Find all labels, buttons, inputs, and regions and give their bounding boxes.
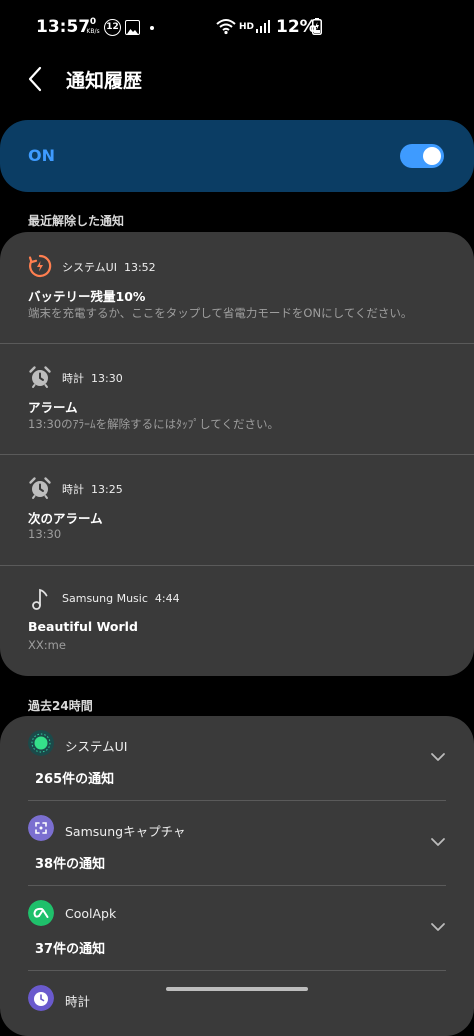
app-notification-group[interactable]: Samsungキャプチャ 38件の通知 — [0, 801, 474, 886]
system-ui-icon — [28, 730, 54, 756]
notification-body: XX:me — [28, 638, 66, 652]
notification-item[interactable]: Samsung Music 4:44 Beautiful World XX:me — [0, 565, 474, 676]
notification-item[interactable]: 時計 13:25 次のアラーム 13:30 — [0, 454, 474, 565]
app-notification-count: 265件の通知 — [35, 772, 115, 787]
notification-body: 13:30のｱﾗｰﾑを解除するにはﾀｯﾌﾟしてください。 — [28, 417, 279, 431]
notification-app-name: 時計 — [62, 372, 84, 385]
notification-count-icon: 12 — [104, 19, 121, 36]
app-notification-count: 37件の通知 — [35, 942, 106, 957]
section-label-past24: 過去24時間 — [28, 699, 93, 713]
status-time: 13:57 — [36, 17, 91, 37]
notification-app-name: Samsung Music — [62, 592, 148, 605]
notification-time: 4:44 — [154, 592, 180, 605]
app-notification-group[interactable]: 時計 — [0, 971, 474, 1036]
app-name: 時計 — [65, 994, 91, 1009]
notification-title: バッテリー残量10% — [28, 289, 146, 304]
notification-title: Beautiful World — [28, 619, 138, 634]
home-indicator[interactable] — [166, 987, 308, 991]
notification-item[interactable]: 時計 13:30 アラーム 13:30のｱﾗｰﾑを解除するにはﾀｯﾌﾟしてください… — [0, 343, 474, 454]
battery-saver-icon — [28, 254, 52, 278]
notification-item[interactable]: システムUI 13:52 バッテリー残量10% 端末を充電するか、ここをタップして… — [0, 232, 474, 343]
app-name: Samsungキャプチャ — [65, 824, 186, 839]
notification-body: 端末を充電するか、ここをタップして省電力モードをONにしてください。 — [28, 306, 413, 320]
notification-title: アラーム — [28, 400, 78, 415]
more-notifications-dot-icon — [150, 26, 154, 30]
notification-app-meta: システムUI 13:52 — [62, 259, 156, 275]
chevron-down-icon[interactable] — [430, 752, 446, 762]
master-toggle-switch[interactable] — [400, 144, 444, 168]
gallery-icon — [125, 20, 140, 35]
app-name: システムUI — [65, 739, 128, 754]
page-title: 通知履歴 — [66, 70, 143, 92]
notification-time: 13:30 — [91, 372, 123, 385]
notification-app-meta: Samsung Music 4:44 — [62, 592, 180, 605]
chevron-down-icon[interactable] — [430, 922, 446, 932]
app-notification-count: 38件の通知 — [35, 857, 106, 872]
app-notification-group[interactable]: CoolApk 37件の通知 — [0, 886, 474, 971]
chevron-down-icon[interactable] — [430, 837, 446, 847]
alarm-clock-icon — [29, 366, 51, 388]
alarm-clock-icon — [29, 477, 51, 499]
notification-app-meta: 時計 13:30 — [62, 370, 123, 386]
app-notification-group[interactable]: システムUI 265件の通知 — [0, 716, 474, 801]
notification-time: 13:52 — [123, 261, 156, 274]
notification-app-name: システムUI — [62, 261, 117, 274]
network-speed: 0 KB/s — [85, 18, 101, 36]
notification-title: 次のアラーム — [28, 511, 103, 526]
music-note-icon — [32, 588, 48, 610]
signal-icon — [256, 20, 270, 33]
battery-charging-icon — [312, 18, 322, 35]
section-label-recent: 最近解除した通知 — [28, 214, 125, 228]
back-icon[interactable] — [24, 66, 48, 92]
master-toggle-card[interactable]: ON — [0, 120, 474, 192]
notification-time: 13:25 — [91, 483, 123, 496]
switch-knob — [423, 147, 441, 165]
master-toggle-label: ON — [28, 146, 55, 165]
status-bar: 13:57 0 KB/s 12 HD 12% — [0, 0, 474, 56]
battery-level: 12% — [276, 17, 317, 37]
notification-app-name: 時計 — [62, 483, 84, 496]
network-speed-value: 0 — [89, 17, 97, 27]
network-speed-unit: KB/s — [86, 28, 100, 35]
clock-app-icon — [28, 985, 54, 1011]
wifi-icon — [216, 19, 236, 35]
notification-app-meta: 時計 13:25 — [62, 481, 123, 497]
recent-notifications-card: システムUI 13:52 バッテリー残量10% 端末を充電するか、ここをタップして… — [0, 232, 474, 676]
network-type: HD — [239, 22, 255, 32]
app-name: CoolApk — [65, 906, 117, 921]
samsung-capture-icon — [28, 815, 54, 841]
app-header: 通知履歴 — [0, 56, 474, 100]
coolapk-icon — [28, 900, 54, 926]
notification-body: 13:30 — [28, 527, 62, 541]
